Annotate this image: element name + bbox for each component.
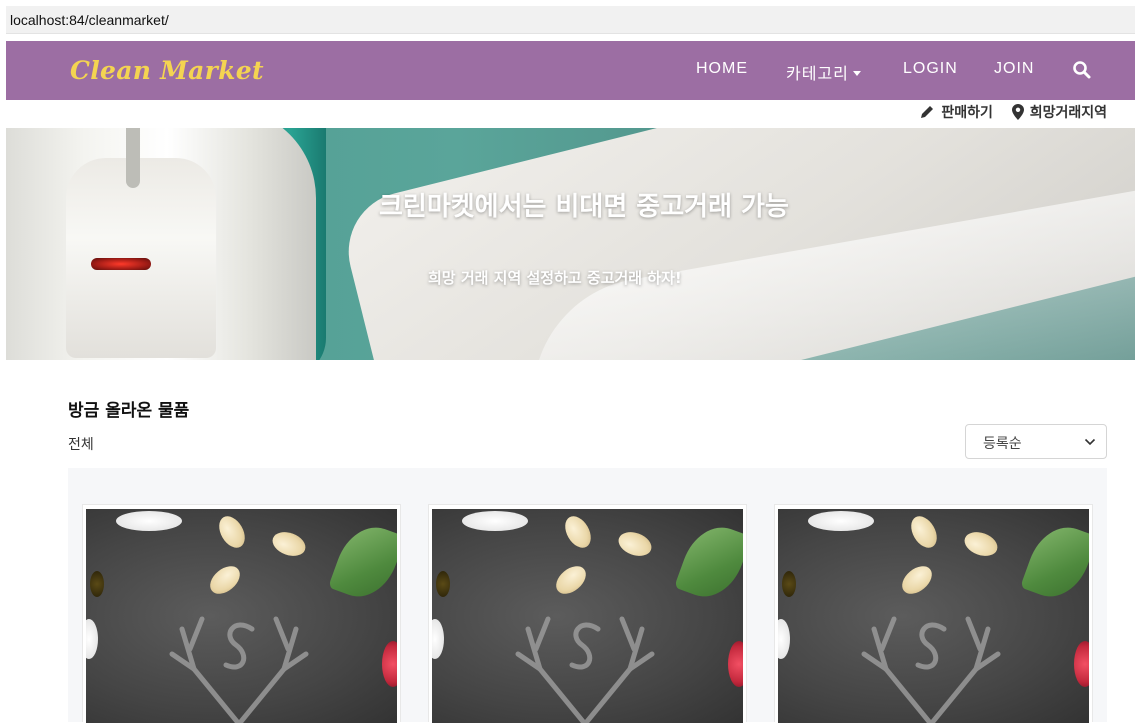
- sort-select[interactable]: 등록순: [965, 424, 1107, 459]
- antler-logo-icon: [861, 616, 1001, 723]
- product-card[interactable]: [82, 504, 401, 723]
- food-leaf: [1020, 517, 1089, 607]
- food-cream: [432, 619, 444, 659]
- nav-category-dropdown[interactable]: 카테고리: [786, 60, 861, 84]
- food-berry: [382, 641, 397, 687]
- product-image: [432, 509, 743, 723]
- nav-join-label: JOIN: [994, 60, 1035, 77]
- food-pine-nut: [269, 527, 309, 561]
- food-cream: [86, 619, 98, 659]
- food-pine-nut: [615, 527, 655, 561]
- search-icon[interactable]: [1072, 60, 1092, 80]
- food-pine-nut: [550, 560, 592, 600]
- food-pine-nut: [559, 511, 597, 553]
- sort-selected-value: 등록순: [983, 436, 1022, 452]
- nav-login-label: LOGIN: [903, 60, 958, 77]
- food-olive: [436, 571, 450, 597]
- food-leaf: [674, 517, 743, 607]
- hero-banner: 크린마켓에서는 비대면 중고거래 가능 희망 거래 지역 설정하고 중고거래 하…: [6, 128, 1135, 360]
- hero-iron-groove: [126, 128, 140, 188]
- nav-category-label: 카테고리: [786, 66, 849, 83]
- food-berry: [1074, 641, 1089, 687]
- filter-label[interactable]: 전체: [68, 434, 94, 454]
- product-image: [778, 509, 1089, 723]
- hero-subtitle: 희망 거래 지역 설정하고 중고거래 하자!: [428, 269, 682, 287]
- antler-logo-icon: [515, 616, 655, 723]
- food-pine-nut: [896, 560, 938, 600]
- food-pine-nut: [961, 527, 1001, 561]
- sell-link[interactable]: 판매하기: [919, 102, 993, 122]
- food-olive: [90, 571, 104, 597]
- nav-home[interactable]: HOME: [696, 60, 748, 78]
- product-image: [86, 509, 397, 723]
- nav-login[interactable]: LOGIN: [903, 60, 958, 78]
- food-pine-nut: [204, 560, 246, 600]
- chevron-down-icon: [1084, 438, 1096, 446]
- food-berry: [728, 641, 743, 687]
- food-cream: [808, 511, 874, 531]
- product-card[interactable]: [428, 504, 747, 723]
- food-olive: [782, 571, 796, 597]
- pencil-icon: [921, 106, 934, 118]
- nav-home-label: HOME: [696, 60, 748, 77]
- address-url: localhost:84/cleanmarket/: [10, 12, 169, 28]
- antler-logo-icon: [169, 616, 309, 723]
- region-link-label: 희망거래지역: [1029, 105, 1107, 121]
- food-pine-nut: [213, 511, 251, 553]
- food-cream: [778, 619, 790, 659]
- food-leaf: [328, 517, 397, 607]
- region-link[interactable]: 희망거래지역: [1011, 102, 1107, 122]
- hero-iron-indicator-light: [91, 258, 151, 270]
- section-title: 방금 올라온 물품: [68, 401, 190, 421]
- sell-link-label: 판매하기: [941, 105, 993, 121]
- nav-join[interactable]: JOIN: [994, 60, 1034, 78]
- caret-down-icon: [852, 71, 861, 76]
- navbar: Clean Market HOME 카테고리 LOGIN JOIN: [6, 41, 1135, 100]
- product-card[interactable]: [774, 504, 1093, 723]
- hero-title: 크린마켓에서는 비대면 중고거래 가능: [379, 192, 789, 222]
- sub-links: 판매하기 희망거래지역: [905, 102, 1107, 124]
- map-pin-icon: [1011, 104, 1024, 120]
- food-cream: [462, 511, 528, 531]
- brand-logo[interactable]: Clean Market: [70, 56, 264, 85]
- food-cream: [116, 511, 182, 531]
- address-bar[interactable]: localhost:84/cleanmarket/: [6, 6, 1135, 34]
- food-pine-nut: [905, 511, 943, 553]
